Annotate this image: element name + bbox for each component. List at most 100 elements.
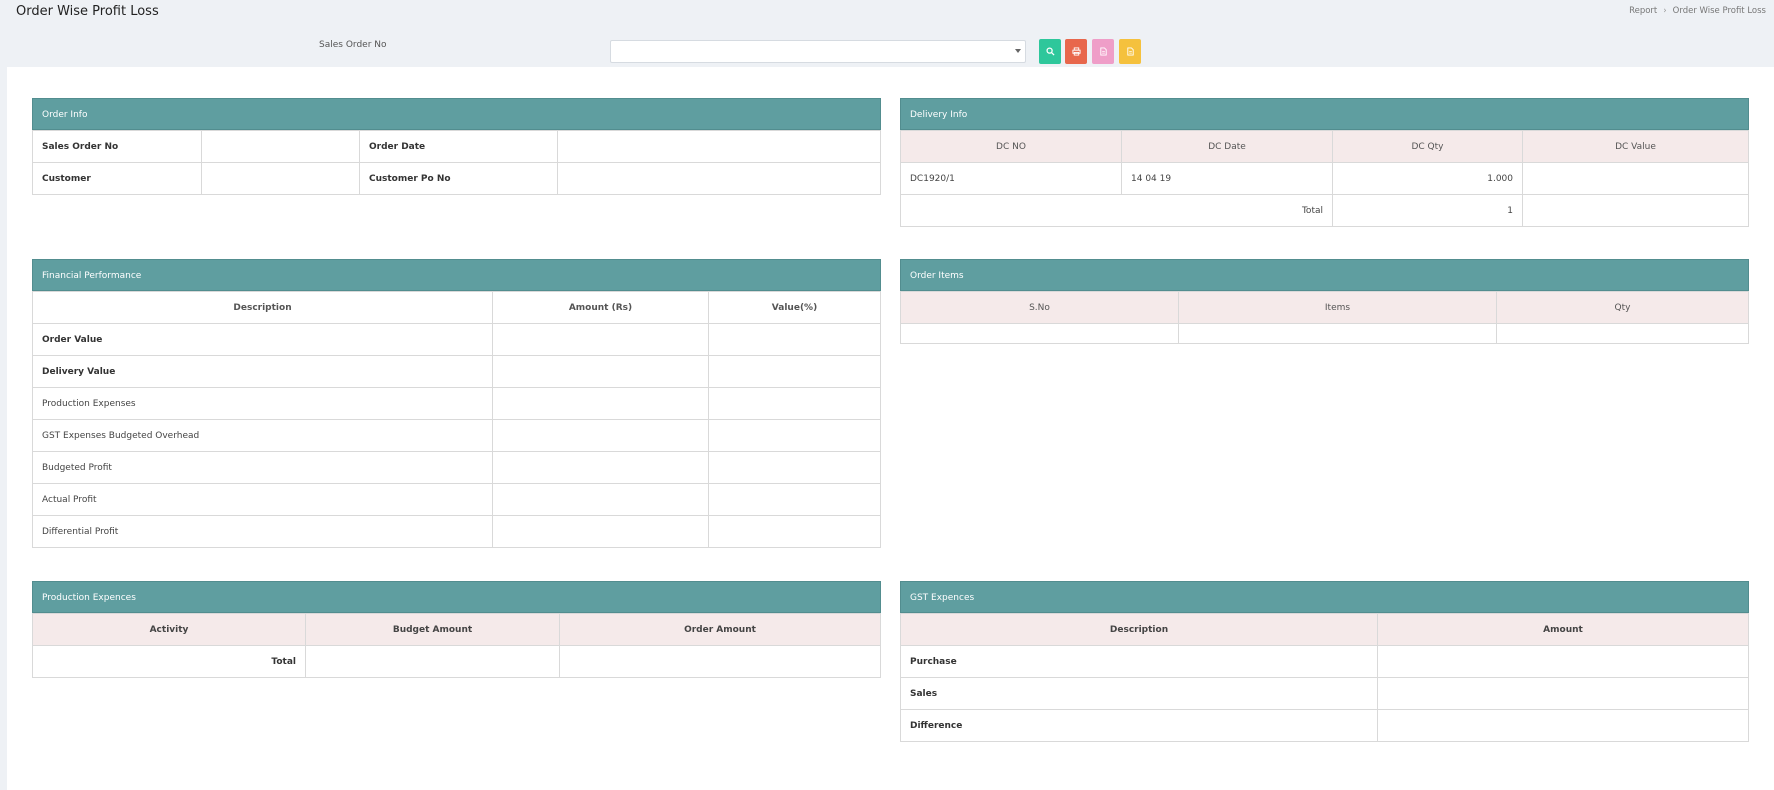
amount-cell	[492, 419, 709, 452]
column-header: Activity	[32, 613, 306, 646]
table-row: Sales	[900, 677, 1749, 710]
percent-cell	[708, 387, 881, 420]
description-cell: Budgeted Profit	[32, 451, 493, 484]
column-header: DC Qty	[1332, 130, 1523, 163]
table-header-row: S.No Items Qty	[900, 291, 1749, 324]
report-content: Order Info Sales Order No Order Date Cus…	[7, 67, 1774, 790]
column-header: Description	[32, 291, 493, 324]
order-info-header: Order Info	[32, 98, 881, 130]
order-info-label: Customer	[32, 162, 202, 195]
table-total-row: Total 1	[900, 194, 1749, 227]
delivery-info-header: Delivery Info	[900, 98, 1749, 130]
order-total-cell	[559, 645, 881, 678]
order-items-panel: Order Items S.No Items Qty	[900, 259, 1749, 344]
qty-cell	[1496, 323, 1749, 344]
table-row: DC1920/1 14 04 19 1.000	[900, 162, 1749, 195]
percent-cell	[708, 483, 881, 516]
column-header: Value(%)	[708, 291, 881, 324]
dc-qty-cell: 1.000	[1332, 162, 1523, 195]
total-label: Total	[900, 194, 1333, 227]
breadcrumb-current: Order Wise Profit Loss	[1672, 6, 1766, 16]
budget-total-cell	[305, 645, 560, 678]
order-info-label: Order Date	[359, 130, 558, 163]
description-cell: Difference	[900, 709, 1378, 742]
order-info-value	[557, 162, 881, 195]
description-cell: Purchase	[900, 645, 1378, 678]
gst-expences-panel: GST Expences Description Amount Purchase…	[900, 581, 1749, 742]
column-header: Amount (Rs)	[492, 291, 709, 324]
order-info-value	[201, 162, 360, 195]
sales-order-select[interactable]	[610, 40, 1026, 63]
description-cell: Actual Profit	[32, 483, 493, 516]
table-header-row: Description Amount	[900, 613, 1749, 646]
amount-cell	[492, 483, 709, 516]
delivery-info-panel: Delivery Info DC NO DC Date DC Qty DC Va…	[900, 98, 1749, 227]
column-header: Items	[1178, 291, 1497, 324]
column-header: Order Amount	[559, 613, 881, 646]
table-row: Order Value	[32, 323, 881, 356]
page-title: Order Wise Profit Loss	[16, 4, 159, 19]
table-row: Difference	[900, 709, 1749, 742]
financial-performance-table: Description Amount (Rs) Value(%) Order V…	[32, 291, 881, 548]
percent-cell	[708, 451, 881, 484]
amount-cell	[1377, 645, 1749, 678]
total-label: Total	[32, 645, 306, 678]
dc-no-cell: DC1920/1	[900, 162, 1122, 195]
financial-performance-header: Financial Performance	[32, 259, 881, 291]
description-cell: Production Expenses	[32, 387, 493, 420]
amount-cell	[492, 355, 709, 388]
production-expences-table: Activity Budget Amount Order Amount Tota…	[32, 613, 881, 678]
excel-export-button[interactable]	[1119, 39, 1141, 64]
production-expences-panel: Production Expences Activity Budget Amou…	[32, 581, 881, 678]
table-row: Delivery Value	[32, 355, 881, 388]
column-header: DC Value	[1522, 130, 1749, 163]
breadcrumb-report[interactable]: Report	[1629, 6, 1657, 16]
order-info-table: Sales Order No Order Date Customer Custo…	[32, 130, 881, 195]
amount-cell	[492, 323, 709, 356]
table-row	[900, 323, 1749, 344]
amount-cell	[492, 515, 709, 548]
percent-cell	[708, 515, 881, 548]
table-row: Purchase	[900, 645, 1749, 678]
chevron-down-icon	[1015, 49, 1021, 53]
dc-value-cell	[1522, 162, 1749, 195]
total-value	[1522, 194, 1749, 227]
table-row: Budgeted Profit	[32, 451, 881, 484]
amount-cell	[492, 387, 709, 420]
column-header: S.No	[900, 291, 1179, 324]
percent-cell	[708, 355, 881, 388]
gst-expences-table: Description Amount Purchase Sales Differ…	[900, 613, 1749, 742]
dc-date-cell: 14 04 19	[1121, 162, 1333, 195]
order-info-value	[201, 130, 360, 163]
amount-cell	[1377, 677, 1749, 710]
column-header: DC Date	[1121, 130, 1333, 163]
order-info-panel: Order Info Sales Order No Order Date Cus…	[32, 98, 881, 195]
table-header-row: Description Amount (Rs) Value(%)	[32, 291, 881, 324]
order-info-label: Customer Po No	[359, 162, 558, 195]
search-button[interactable]	[1039, 39, 1061, 64]
description-cell: Delivery Value	[32, 355, 493, 388]
print-icon	[1071, 47, 1081, 56]
table-header-row: DC NO DC Date DC Qty DC Value	[900, 130, 1749, 163]
table-row: Sales Order No Order Date	[32, 130, 881, 163]
column-header: Budget Amount	[305, 613, 560, 646]
print-button[interactable]	[1065, 39, 1087, 64]
percent-cell	[708, 419, 881, 452]
table-row: Production Expenses	[32, 387, 881, 420]
column-header: Description	[900, 613, 1378, 646]
sales-order-label: Sales Order No	[319, 40, 387, 50]
description-cell: Differential Profit	[32, 515, 493, 548]
financial-performance-panel: Financial Performance Description Amount…	[32, 259, 881, 548]
description-cell: GST Expenses Budgeted Overhead	[32, 419, 493, 452]
column-header: Amount	[1377, 613, 1749, 646]
order-items-table: S.No Items Qty	[900, 291, 1749, 344]
search-icon	[1045, 47, 1055, 56]
description-cell: Sales	[900, 677, 1378, 710]
percent-cell	[708, 323, 881, 356]
delivery-info-table: DC NO DC Date DC Qty DC Value DC1920/1 1…	[900, 130, 1749, 227]
column-header: DC NO	[900, 130, 1122, 163]
breadcrumb-separator: ›	[1663, 6, 1667, 16]
table-total-row: Total	[32, 645, 881, 678]
pdf-export-button[interactable]	[1092, 39, 1114, 64]
table-row: Differential Profit	[32, 515, 881, 548]
